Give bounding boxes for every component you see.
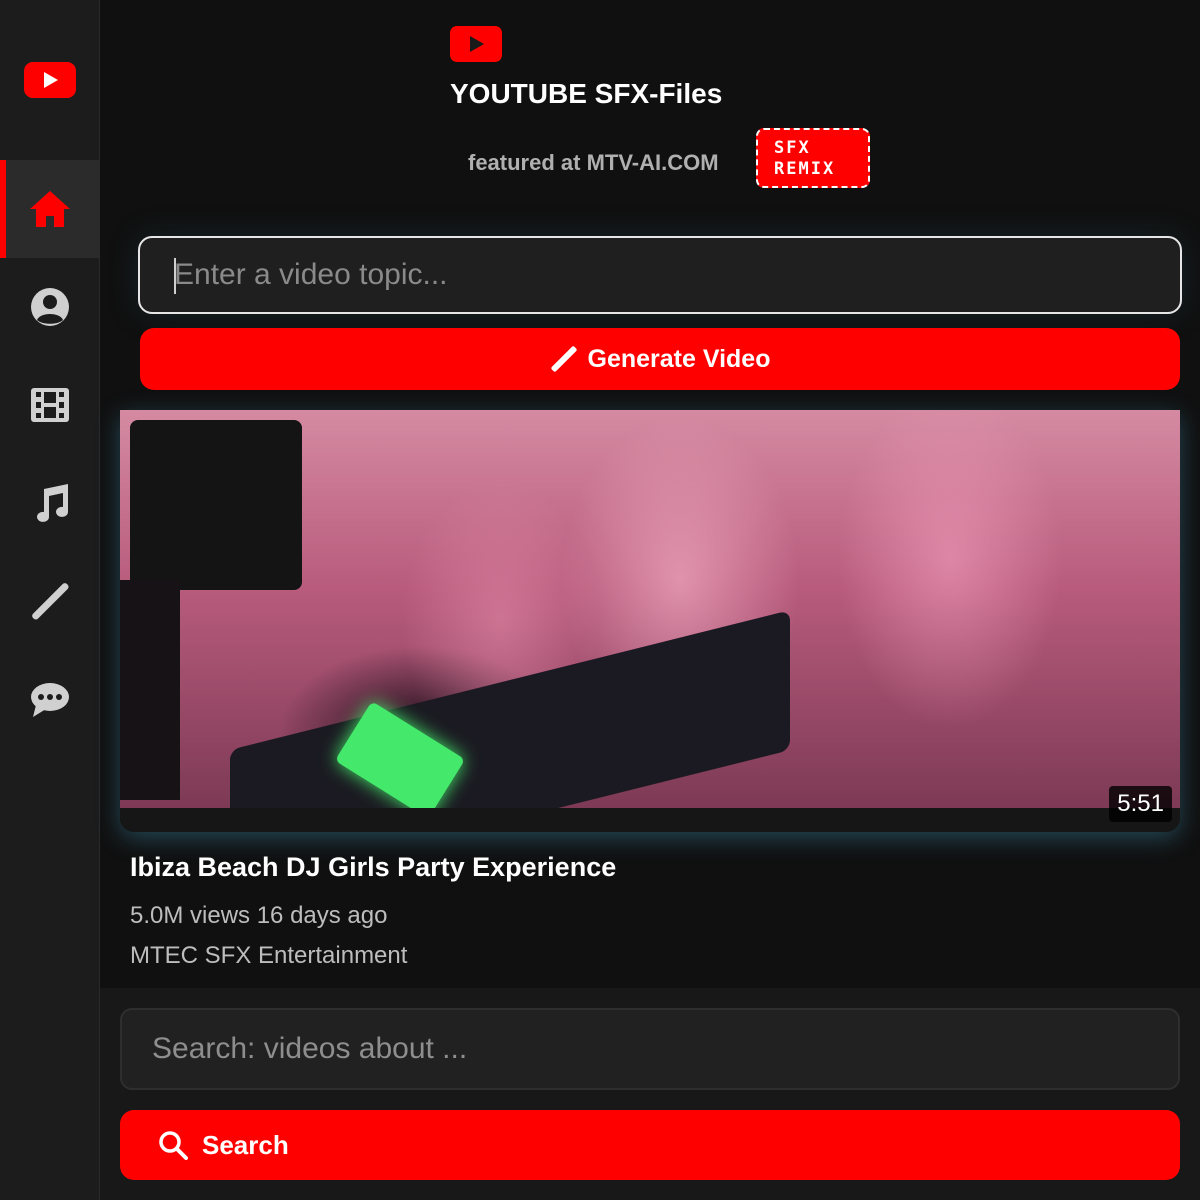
text-caret: [174, 258, 176, 294]
sidebar-item-music[interactable]: [0, 454, 100, 552]
badge-line-1: SFX: [774, 138, 811, 158]
main-content: YOUTUBE SFX-Files featured at MTV-AI.COM…: [100, 0, 1200, 1200]
sidebar-logo[interactable]: [0, 0, 100, 160]
sfx-remix-badge[interactable]: SFX REMIX: [756, 128, 870, 188]
thumbnail-camera-arm-shape: [120, 580, 180, 800]
page-title: YOUTUBE SFX-Files: [450, 78, 723, 109]
youtube-logo-icon: [450, 26, 502, 62]
search-button[interactable]: Search: [120, 1110, 1180, 1180]
video-meta: 5.0M views 16 days ago: [130, 902, 388, 929]
video-duration-badge: 5:51: [1109, 786, 1172, 822]
film-icon: [31, 388, 69, 422]
youtube-logo-icon: [24, 62, 76, 98]
sidebar: [0, 0, 100, 1200]
sidebar-item-home[interactable]: [0, 160, 100, 258]
magic-wand-icon: [32, 583, 69, 620]
generate-video-button[interactable]: Generate Video: [140, 328, 1180, 390]
magic-wand-icon: [550, 346, 577, 372]
featured-text: featured at MTV-AI.COM: [468, 150, 719, 175]
video-thumbnail[interactable]: [120, 410, 1180, 832]
sidebar-item-chat[interactable]: [0, 650, 100, 748]
thumbnail-camera-shape: [130, 420, 302, 590]
music-icon: [37, 484, 68, 522]
search-icon: [159, 1131, 188, 1160]
user-icon: [31, 288, 69, 326]
video-channel[interactable]: MTEC SFX Entertainment: [130, 942, 407, 970]
video-topic-input[interactable]: [138, 236, 1182, 314]
badge-line-2: REMIX: [774, 159, 836, 179]
thumbnail-mixer-shape: [230, 610, 790, 832]
home-icon: [30, 191, 70, 227]
video-card[interactable]: 5:51: [120, 410, 1180, 832]
generate-video-label: Generate Video: [587, 344, 771, 373]
chat-icon: [31, 683, 69, 717]
search-input[interactable]: [120, 1008, 1180, 1090]
sidebar-item-create[interactable]: [0, 552, 100, 650]
search-button-label: Search: [202, 1129, 289, 1160]
video-title[interactable]: Ibiza Beach DJ Girls Party Experience: [130, 852, 616, 883]
search-section: Search: [100, 988, 1200, 1200]
sidebar-item-profile[interactable]: [0, 258, 100, 356]
sidebar-item-videos[interactable]: [0, 356, 100, 454]
thumbnail-bottom-bar: [120, 808, 1180, 832]
